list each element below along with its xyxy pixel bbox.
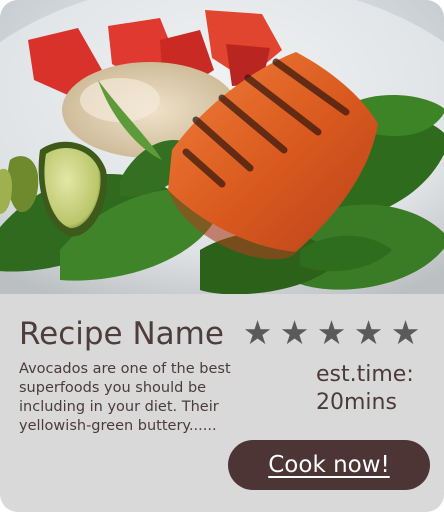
recipe-title: Recipe Name: [19, 316, 224, 352]
recipe-card: Recipe Name ★ ★ ★ ★ ★ Avocados are one of th…: [0, 0, 444, 512]
star-icon: ★: [353, 313, 384, 352]
star-icon: ★: [279, 313, 310, 352]
star-icon: ★: [390, 313, 421, 352]
recipe-photo: [0, 0, 444, 294]
star-icon: ★: [242, 313, 273, 352]
estimated-time: est.time: 20mins: [316, 361, 414, 417]
cook-now-button[interactable]: Cook now!: [228, 440, 430, 490]
est-time-label: est.time:: [316, 362, 414, 387]
rating-stars: ★ ★ ★ ★ ★: [242, 313, 421, 353]
recipe-description: Avocados are one of the best superfoods …: [19, 361, 231, 434]
est-time-value: 20mins: [316, 390, 397, 415]
star-icon: ★: [316, 313, 347, 352]
